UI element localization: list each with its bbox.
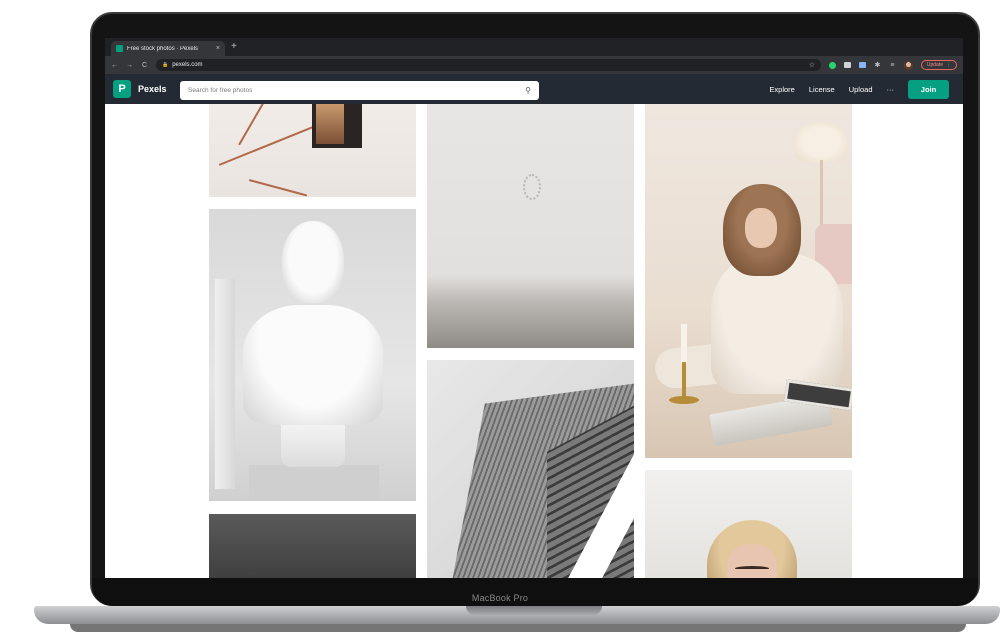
extension-green-icon[interactable] bbox=[829, 61, 837, 69]
branch-shape bbox=[218, 122, 322, 166]
pexels-favicon-icon bbox=[116, 45, 123, 52]
frame-image bbox=[316, 104, 344, 144]
woman-face bbox=[745, 208, 777, 248]
photo-sea[interactable] bbox=[427, 104, 634, 348]
girl-eyes bbox=[735, 566, 769, 571]
update-label: Update bbox=[926, 62, 943, 68]
address-url: pexels.com bbox=[172, 62, 203, 68]
branch-shape bbox=[248, 179, 308, 197]
search-icon[interactable]: ⚲ bbox=[525, 86, 531, 95]
photo-dark-branches[interactable] bbox=[209, 514, 416, 578]
address-bar[interactable]: 🔒 pexels.com ☆ bbox=[155, 59, 822, 71]
nav-upload[interactable]: Upload bbox=[849, 85, 873, 94]
stage: MacBook Pro Free stock photos · Pexels ×… bbox=[0, 0, 1000, 635]
browser-tab[interactable]: Free stock photos · Pexels × bbox=[111, 41, 225, 56]
profile-avatar[interactable] bbox=[903, 60, 913, 70]
column-shape bbox=[215, 279, 235, 489]
tab-title: Free stock photos · Pexels bbox=[127, 45, 199, 52]
branch-shape bbox=[238, 104, 275, 146]
extension-grid-icon[interactable] bbox=[844, 62, 851, 68]
bust-body bbox=[243, 305, 383, 425]
picture-frame bbox=[312, 104, 362, 148]
nav-license[interactable]: License bbox=[809, 85, 835, 94]
reload-icon[interactable]: C bbox=[141, 62, 148, 69]
playlist-icon[interactable]: ≡ bbox=[889, 62, 896, 69]
extension-blue-icon[interactable] bbox=[859, 62, 866, 68]
lock-icon: 🔒 bbox=[161, 62, 169, 68]
bust-stand bbox=[281, 421, 345, 467]
photo-branches[interactable] bbox=[209, 104, 416, 197]
laptop-shadow bbox=[70, 624, 966, 632]
girl-face bbox=[727, 544, 777, 578]
header-nav: Explore License Upload ··· Join bbox=[769, 74, 949, 104]
lamp-shade bbox=[795, 122, 847, 162]
bookmark-star-icon[interactable]: ☆ bbox=[809, 61, 815, 69]
photo-bust[interactable] bbox=[209, 209, 416, 501]
search-input[interactable]: Search for free photos ⚲ bbox=[180, 81, 539, 100]
search-placeholder: Search for free photos bbox=[188, 87, 253, 94]
puzzle-icon[interactable]: ✱ bbox=[874, 61, 881, 69]
bust-pedestal bbox=[249, 465, 379, 501]
browser-toolbar: ← → C 🔒 pexels.com ☆ ✱ ≡ Update ⋮ bbox=[105, 56, 963, 74]
more-icon[interactable]: ··· bbox=[887, 85, 895, 94]
site-header: P Pexels Search for free photos ⚲ Explor… bbox=[105, 74, 963, 104]
back-icon[interactable]: ← bbox=[111, 62, 118, 69]
update-button[interactable]: Update ⋮ bbox=[920, 60, 957, 70]
photo-architecture[interactable] bbox=[427, 360, 634, 578]
join-button[interactable]: Join bbox=[908, 79, 949, 99]
laptop-notch bbox=[466, 606, 602, 615]
pexels-logo-icon[interactable]: P bbox=[113, 80, 131, 98]
more-menu-icon: ⋮ bbox=[945, 62, 951, 68]
candle bbox=[681, 324, 687, 364]
photo-portrait[interactable] bbox=[645, 470, 852, 578]
candle-holder-stem bbox=[682, 362, 686, 398]
bust-head bbox=[282, 221, 344, 303]
faint-object bbox=[523, 174, 541, 200]
laptop-screen: Free stock photos · Pexels × + ← → C 🔒 p… bbox=[105, 38, 963, 578]
browser-tab-bar: Free stock photos · Pexels × + bbox=[105, 38, 963, 56]
close-tab-icon[interactable]: × bbox=[216, 45, 220, 52]
nav-explore[interactable]: Explore bbox=[769, 85, 794, 94]
candle-holder bbox=[669, 396, 699, 404]
brand-name[interactable]: Pexels bbox=[138, 84, 167, 94]
photo-gallery bbox=[105, 104, 963, 578]
forward-icon[interactable]: → bbox=[126, 62, 133, 69]
device-label: MacBook Pro bbox=[471, 593, 529, 603]
new-tab-button[interactable]: + bbox=[231, 41, 237, 53]
photo-woman-reading[interactable] bbox=[645, 104, 852, 458]
